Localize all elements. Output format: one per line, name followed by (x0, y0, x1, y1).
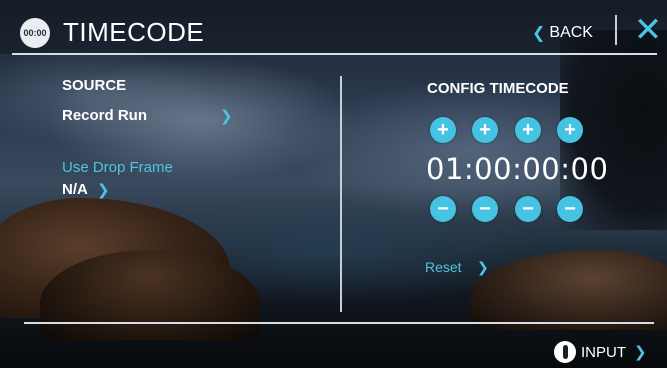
decrement-frames-button[interactable]: − (557, 196, 583, 222)
increment-minutes-button[interactable]: + (472, 117, 498, 143)
increment-frames-button[interactable]: + (557, 117, 583, 143)
config-timecode-title: CONFIG TIMECODE (427, 80, 569, 97)
decrement-seconds-button[interactable]: − (515, 196, 541, 222)
drop-frame-value[interactable]: N/A (62, 181, 88, 198)
back-button[interactable]: ❮ BACK (532, 22, 593, 44)
timecode-badge-icon: 00:00 (20, 18, 50, 48)
microphone-input-icon (554, 341, 576, 363)
input-button-label: INPUT (581, 343, 626, 361)
timecode-value: 01:00:00:00 (426, 152, 609, 186)
header-underline (12, 53, 657, 55)
chevron-left-icon: ❮ (532, 25, 546, 42)
coastal-rock-right (470, 250, 667, 330)
chevron-right-icon: ❯ (634, 344, 647, 361)
source-chevron-icon[interactable]: ❯ (220, 107, 233, 125)
page-title: TIMECODE (63, 17, 205, 47)
header-bar: 00:00 TIMECODE ❮ BACK ✕ (0, 0, 667, 54)
close-icon[interactable]: ✕ (633, 12, 663, 48)
drop-frame-title: Use Drop Frame (62, 159, 173, 176)
source-value[interactable]: Record Run (62, 107, 147, 124)
footer-divider (24, 322, 654, 324)
decrement-hours-button[interactable]: − (430, 196, 456, 222)
drop-frame-chevron-icon[interactable]: ❯ (97, 181, 110, 199)
reset-button[interactable]: Reset (425, 259, 462, 275)
back-button-label: BACK (549, 24, 593, 41)
source-title: SOURCE (62, 77, 127, 94)
decrement-minutes-button[interactable]: − (472, 196, 498, 222)
increment-hours-button[interactable]: + (430, 117, 456, 143)
input-button[interactable]: INPUT ❯ (554, 338, 647, 366)
reset-chevron-icon[interactable]: ❯ (477, 259, 489, 276)
panel-divider (340, 76, 342, 312)
increment-seconds-button[interactable]: + (515, 117, 541, 143)
header-divider (615, 15, 617, 45)
